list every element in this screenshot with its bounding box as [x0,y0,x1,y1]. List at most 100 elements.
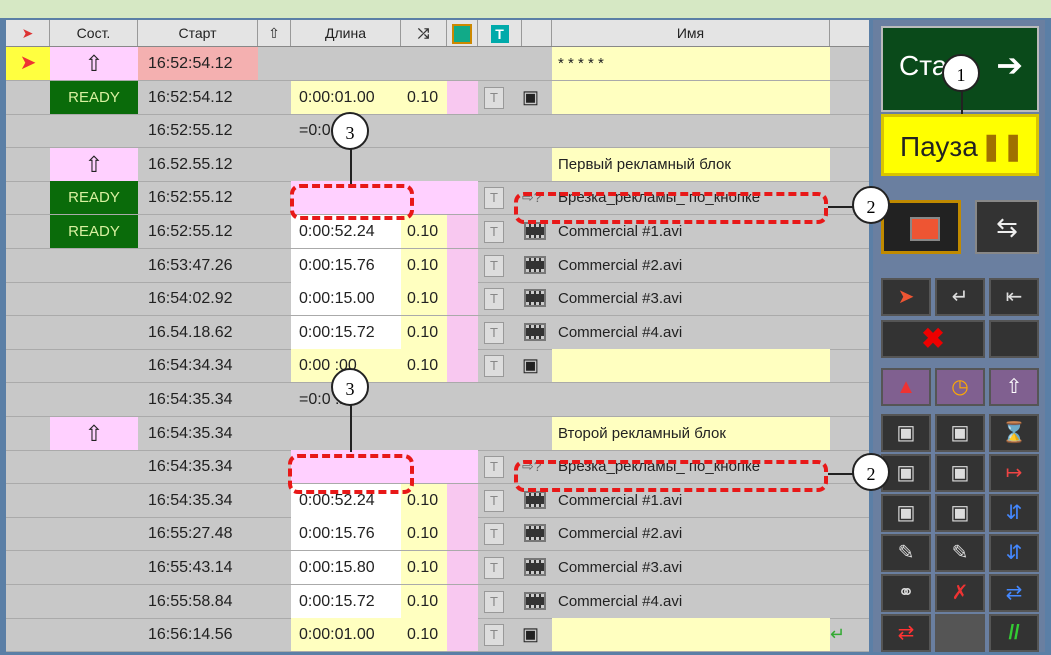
row-marker[interactable] [6,383,50,416]
cmd4-icon[interactable]: ▣ [935,454,985,492]
row-marker[interactable] [6,551,50,584]
table-row[interactable]: 16:56:14.56 0:00:01.00 0.10 T ▣ ↵ [6,618,869,653]
mic-icon[interactable]: ⚭ [881,574,931,612]
table-row[interactable]: 16:55:58.84 0:00:15.72 0.10 T Commercial #4.… [6,584,869,619]
table-row[interactable]: 16:54:35.34 =0:0 :22 [6,383,869,417]
duration-cell[interactable] [291,148,401,181]
duration-cell[interactable] [291,417,401,450]
return-icon[interactable]: ↵ [935,278,985,316]
transition-cell[interactable]: 0.10 [401,618,447,652]
row-marker[interactable] [6,282,50,315]
start-header[interactable]: Старт [138,20,258,46]
title-toggle-icon[interactable]: T [484,187,504,210]
transition-cell[interactable] [401,148,447,181]
title-toggle-icon[interactable]: T [484,590,504,613]
title-toggle-icon[interactable]: T [484,456,504,479]
back-to-start-icon[interactable]: ⇤ [989,278,1039,316]
transition-cell[interactable]: 0.10 [401,349,447,383]
name-header[interactable]: Имя [552,20,830,46]
name-cell[interactable] [552,114,830,147]
slash-icon[interactable]: // [989,614,1039,652]
cmd1-icon[interactable]: ▣ [881,414,931,452]
clock-icon[interactable]: ◷ [935,368,985,406]
row-marker[interactable] [6,215,50,248]
title-toggle-icon[interactable]: T [484,254,504,277]
row-marker[interactable] [6,417,50,450]
duration-header[interactable]: Длина [291,20,401,46]
swap-button[interactable]: ⇆ [975,200,1039,254]
name-cell[interactable] [552,80,830,114]
name-cell[interactable]: Commercial #3.avi [552,282,830,315]
name-cell[interactable]: Второй рекламный блок [552,416,830,450]
list-down-icon[interactable]: ⇵ [989,534,1039,572]
table-row[interactable]: ⇧ 16:54:35.34 Второй рекламный блок [6,416,869,451]
transition-cell[interactable]: 0.10 [401,315,447,349]
row-marker[interactable] [6,249,50,282]
title-toggle-icon[interactable]: T [484,86,504,109]
loop-header-icon[interactable] [447,20,478,46]
cut-in-button[interactable] [881,200,961,254]
transition-cell[interactable] [401,383,447,416]
title-toggle-icon[interactable]: T [484,355,504,378]
name-cell[interactable]: Commercial #2.avi [552,517,830,550]
name-cell[interactable] [552,349,830,383]
row-marker[interactable] [6,349,50,382]
row-marker[interactable] [6,316,50,349]
title-toggle-icon[interactable]: T [484,288,504,311]
duration-cell[interactable]: 0:00:01.00 [291,80,401,114]
transition-cell[interactable]: 0.10 [401,517,447,551]
table-row[interactable]: READY 16:52:54.12 0:00:01.00 0.10 T ▣ [6,80,869,115]
transition-cell[interactable]: 0.10 [401,551,447,584]
title-header-icon[interactable]: T [478,20,522,46]
name-cell[interactable]: Commercial #4.avi [552,585,830,618]
table-row[interactable]: 16:55:43.14 0:00:15.80 0.10 T Commercial #3.… [6,551,869,585]
edit2-icon[interactable]: ✎ [935,534,985,572]
name-cell[interactable]: Первый рекламный блок [552,147,830,181]
mic-off-icon[interactable]: ✗ [935,574,985,612]
transition-header-icon[interactable]: ⤮ [401,20,447,46]
name-cell[interactable]: Commercial #2.avi [552,249,830,282]
duration-cell[interactable]: 0:00:15.76 [291,517,401,551]
name-cell[interactable] [552,383,830,416]
swap-red-icon[interactable]: ⇄ [881,614,931,652]
hourglass-icon[interactable]: ⌛ [989,414,1039,452]
name-cell[interactable]: Commercial #3.avi [552,551,830,584]
transition-cell[interactable] [401,114,447,147]
title-toggle-icon[interactable]: T [484,557,504,579]
edit1-icon[interactable]: ✎ [881,534,931,572]
jump-icon[interactable]: ⇧ [989,368,1039,406]
duration-cell[interactable]: 0:00:15.72 [291,584,401,618]
name-cell[interactable]: Commercial #4.avi [552,316,830,349]
row-marker[interactable] [6,181,50,214]
table-row[interactable]: 16:54:34.34 0:00 :00 0.10 T ▣ [6,349,869,384]
transition-cell[interactable]: 0.10 [401,282,447,316]
arrow-left-icon[interactable]: ➤ [881,278,931,316]
list-tab-icon[interactable]: ⇄ [989,574,1039,612]
transition-cell[interactable] [401,417,447,450]
record-icon[interactable]: ▲ [881,368,931,406]
table-row[interactable]: ➤ ⇧ 16:52:54.12 * * * * * [6,47,869,81]
table-row[interactable]: 16.54.18.62 0:00:15.72 0.10 T Commercial #4.… [6,315,869,350]
duration-cell[interactable]: 0:00:15.72 [291,315,401,349]
duration-cell[interactable]: 0:00:15.00 [291,282,401,316]
cmd6-icon[interactable]: ▣ [935,494,985,532]
pause-button[interactable]: Пауза ❚❚ [881,114,1039,176]
current-row-marker-icon[interactable]: ➤ [6,47,50,80]
title-toggle-icon[interactable]: T [484,624,504,647]
duration-cell[interactable] [291,47,401,80]
row-marker[interactable] [6,517,50,550]
table-row[interactable]: 16:52:55.12 =0:0 :00 [6,114,869,149]
row-marker[interactable] [6,585,50,618]
table-row[interactable]: 16:55:27.48 0:00:15.76 0.10 T Commercial #2.… [6,517,869,552]
empty-button[interactable] [989,320,1039,358]
title-toggle-icon[interactable]: T [484,221,504,243]
duration-cell[interactable]: 0:00:15.76 [291,248,401,282]
duration-cell[interactable]: 0:00:15.80 [291,551,401,584]
row-marker[interactable] [6,148,50,181]
table-row[interactable]: 16:53:47.26 0:00:15.76 0.10 T Commercial #2.… [6,248,869,283]
state-header[interactable]: Сост. [50,20,138,46]
name-cell[interactable]: * * * * * [552,47,830,80]
table-row[interactable]: ⇧ 16.52.55.12 Первый рекламный блок [6,147,869,182]
title-toggle-icon[interactable]: T [484,523,504,546]
jump-header-icon[interactable]: ⇧ [258,20,291,46]
